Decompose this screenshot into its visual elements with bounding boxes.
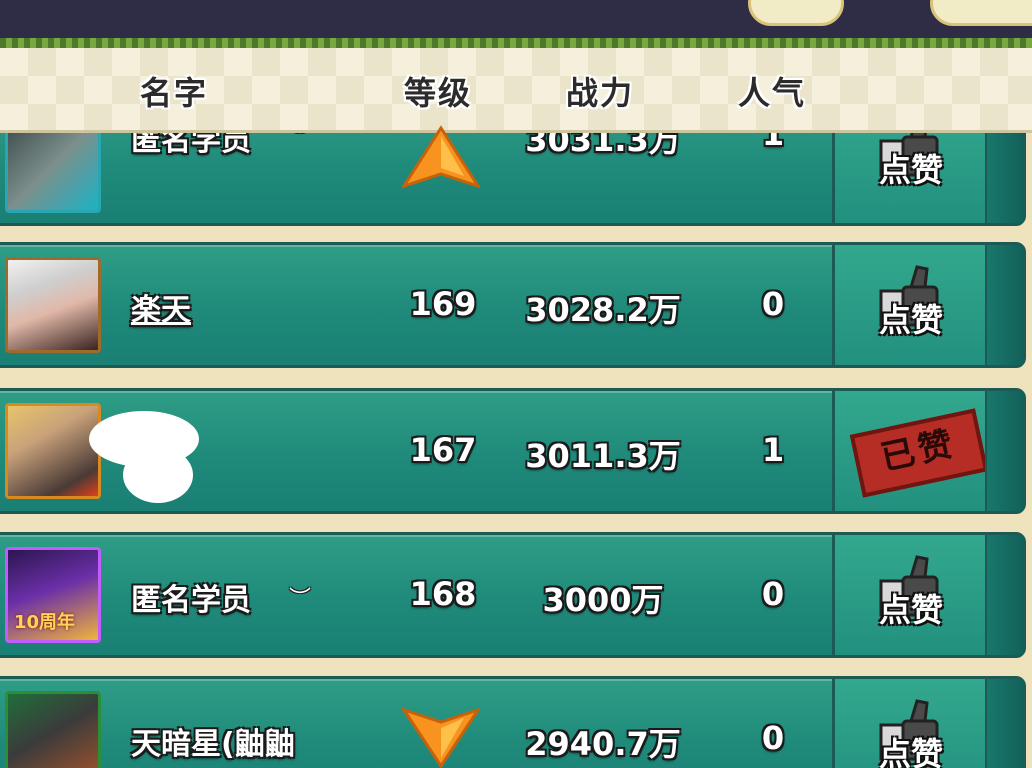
player-name: 匿名学员 [131, 583, 251, 618]
column-name: 名字 [140, 74, 209, 112]
rank-row: 匿名学员 ︶ 3031.3万 1 点赞 [0, 130, 1026, 226]
row-edge [985, 245, 1023, 365]
header-border [0, 38, 1032, 48]
like-button[interactable]: 点赞 [871, 699, 961, 768]
rank-row: 楽天 169 3028.2万 0 点赞 [0, 242, 1026, 368]
player-power: 3011.3万 [525, 437, 681, 475]
like-label: 点赞 [879, 301, 944, 339]
row-edge [985, 679, 1023, 768]
avatar-badge: 10周年 [14, 612, 76, 633]
player-power: 3028.2万 [525, 291, 681, 329]
avatar[interactable]: 10周年 [5, 547, 101, 643]
row-edge [985, 535, 1023, 655]
rank-row: 天暗星(鼬鼬 2940.7万 0 点赞 [0, 676, 1026, 768]
player-name: 天暗星(鼬鼬 [131, 727, 295, 762]
closed-eye-icon: ︶ [289, 587, 312, 612]
row-edge [985, 391, 1023, 511]
like-label: 点赞 [879, 735, 944, 768]
player-level: 167 [409, 431, 477, 469]
like-cell: 点赞 [832, 245, 985, 365]
player-power: 3031.3万 [525, 130, 681, 159]
like-cell: 点赞 [832, 679, 985, 768]
closed-eye-icon: ︶ [289, 130, 312, 152]
top-bar [0, 0, 1032, 40]
avatar[interactable] [5, 130, 101, 213]
rank-row: 167 3011.3万 1 已赞 [0, 388, 1026, 514]
rank-row: 10周年 匿名学员 ︶ 168 3000万 0 点赞 [0, 532, 1026, 658]
like-button[interactable]: 点赞 [871, 130, 961, 195]
player-name[interactable]: 楽天 [131, 285, 191, 329]
like-cell: 已赞 [832, 391, 989, 511]
row-edge [985, 130, 1023, 223]
name-redaction [123, 447, 193, 503]
player-level: 168 [409, 575, 477, 613]
player-popularity: 0 [761, 285, 785, 323]
player-popularity: 0 [761, 575, 785, 613]
top-decoration [930, 0, 1032, 26]
avatar[interactable] [5, 257, 101, 353]
player-popularity: 1 [761, 130, 785, 153]
like-cell: 点赞 [832, 535, 985, 655]
player-name: 匿名学员 [131, 130, 251, 158]
player-power: 2940.7万 [525, 725, 681, 763]
player-popularity: 1 [761, 431, 785, 469]
like-label: 点赞 [879, 151, 944, 189]
top-decoration [748, 0, 844, 26]
avatar[interactable] [5, 691, 101, 768]
column-level: 等级 [404, 74, 473, 112]
column-power: 战力 [566, 74, 635, 112]
player-power: 3000万 [542, 581, 664, 619]
player-popularity: 0 [761, 719, 785, 757]
avatar[interactable] [5, 403, 101, 499]
player-level: 169 [409, 285, 477, 323]
like-button[interactable]: 点赞 [871, 265, 961, 345]
ranking-header: 名字 等级 战力 人气 [0, 48, 1032, 133]
like-label: 点赞 [879, 591, 944, 629]
like-cell: 点赞 [832, 130, 985, 223]
ranking-list: 匿名学员 ︶ 3031.3万 1 点赞 楽天 169 3028.2万 0 点赞 … [0, 130, 1032, 768]
column-popularity: 人气 [738, 74, 807, 112]
arrow-up-icon[interactable] [402, 124, 480, 190]
liked-stamp: 已赞 [849, 408, 989, 498]
like-button[interactable]: 点赞 [871, 555, 961, 635]
arrow-down-icon[interactable] [402, 706, 480, 768]
